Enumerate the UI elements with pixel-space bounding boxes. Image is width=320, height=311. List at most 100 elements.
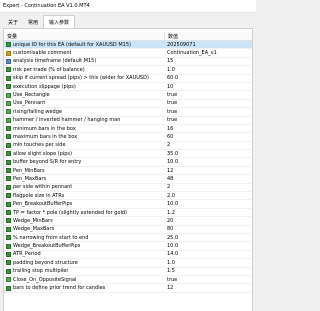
param-name-cell: minimum bars in the box <box>4 126 165 132</box>
param-name-cell: Close_On_OppositeSignal <box>4 277 165 283</box>
param-value[interactable]: 2.0 <box>165 193 252 199</box>
table-row[interactable]: minimum bars in the box 16 <box>4 125 252 134</box>
table-row[interactable]: Wedge_BreakoutBufferPips 10.0 <box>4 242 252 251</box>
table-row[interactable]: Wedge_MaxBars 80 <box>4 226 252 234</box>
param-value[interactable]: 14.0 <box>165 251 252 257</box>
table-row[interactable]: ATR_Period 14.0 <box>4 251 252 260</box>
table-row[interactable]: Use_Pennant true <box>4 100 252 109</box>
table-row[interactable]: allow slight slope (pips) 35.0 <box>4 150 252 159</box>
param-label: per side within pennant <box>13 184 73 191</box>
table-row[interactable]: rising/falling wedge true <box>4 108 252 117</box>
table-row[interactable]: unique ID for this EA (default for XAUUS… <box>4 41 252 50</box>
param-label: allow slight slope (pips) <box>13 150 72 157</box>
table-row[interactable]: Wedge_MinBars 20 <box>4 217 252 226</box>
bool-param-icon <box>6 109 11 115</box>
param-name-cell: flagpole size in ATRs <box>4 193 165 199</box>
param-name-cell: Pen_MaxBars <box>4 176 165 182</box>
param-label: rising/falling wedge <box>13 108 62 115</box>
param-name-cell: Use_Rectangle <box>4 92 165 98</box>
bool-param-icon <box>6 92 11 98</box>
param-value[interactable]: Continuation_EA_v1 <box>165 50 252 56</box>
param-value[interactable]: true <box>165 100 252 106</box>
table-row[interactable]: execution slippage (pips) 10 <box>4 83 252 92</box>
param-name-cell: per side within pennant <box>4 184 165 190</box>
table-row[interactable]: maximum bars in the box 60 <box>4 133 252 142</box>
param-value[interactable]: 48 <box>165 176 252 182</box>
param-value[interactable]: 1.0 <box>165 67 252 73</box>
param-value[interactable]: 25.0 <box>165 235 252 241</box>
header-variable[interactable]: 变量 <box>4 32 165 40</box>
param-label: Use_Rectangle <box>13 92 50 99</box>
table-row[interactable]: buffer beyond S/R for entry 10.0 <box>4 158 252 167</box>
param-label: TP = factor * pole (slightly extended fo… <box>13 209 128 216</box>
table-row[interactable]: hammer / inverted hammer / hanging man tr… <box>4 117 252 125</box>
param-value[interactable]: 202509071 <box>165 42 252 48</box>
param-name-cell: Pen_BreakoutBufferPips <box>4 201 165 207</box>
num-param-icon <box>6 285 11 291</box>
param-value[interactable]: 1.2 <box>165 210 252 216</box>
tab-inputs[interactable]: 输入参数 <box>43 15 76 28</box>
param-label: execution slippage (pips) <box>13 83 76 90</box>
table-row[interactable]: skip if current spread (pips) > this (wi… <box>4 75 252 83</box>
param-label: Use_Pennant <box>13 100 46 107</box>
param-value[interactable]: 20 <box>165 218 252 224</box>
param-value[interactable]: 16 <box>165 126 252 132</box>
num-param-icon <box>6 75 11 81</box>
param-value[interactable]: 1.0 <box>165 260 252 266</box>
table-row[interactable]: padding beyond structure 1.0 <box>4 259 252 268</box>
header-value[interactable]: 数值 <box>165 32 252 40</box>
param-value[interactable]: 10.0 <box>165 159 252 165</box>
table-row[interactable]: Close_On_OppositeSignal true <box>4 276 252 285</box>
param-value[interactable]: 10.0 <box>165 243 252 249</box>
param-value[interactable]: 2 <box>165 142 252 148</box>
param-value[interactable]: true <box>165 92 252 98</box>
table-header: 变量 数值 <box>4 32 252 41</box>
param-value[interactable]: true <box>165 277 252 283</box>
param-label: Wedge_MinBars <box>13 217 53 224</box>
param-value[interactable]: true <box>165 117 252 123</box>
param-value[interactable]: 1.5 <box>165 268 252 274</box>
param-value[interactable]: 60.0 <box>165 75 252 81</box>
num-param-icon <box>6 184 11 190</box>
table-row[interactable]: Pen_MaxBars 48 <box>4 175 252 184</box>
table-row[interactable]: % narrowing from start to end 25.0 <box>4 234 252 243</box>
tab-about[interactable]: 关于 <box>3 17 23 28</box>
table-row[interactable]: customisable comment Continuation_EA_v1 <box>4 49 252 58</box>
table-row[interactable]: per side within pennant 2 <box>4 184 252 193</box>
param-name-cell: unique ID for this EA (default for XAUUS… <box>4 42 165 48</box>
param-label: customisable comment <box>13 50 72 57</box>
param-name-cell: padding beyond structure <box>4 260 165 266</box>
param-value[interactable]: true <box>165 109 252 115</box>
param-label: padding beyond structure <box>13 259 78 266</box>
table-row[interactable]: bars to define prior trend for candles 12 <box>4 284 252 293</box>
table-row[interactable]: Use_Rectangle true <box>4 91 252 100</box>
param-name-cell: bars to define prior trend for candles <box>4 285 165 291</box>
param-value[interactable]: 2 <box>165 184 252 190</box>
num-param-icon <box>6 168 11 174</box>
param-value[interactable]: 35.0 <box>165 151 252 157</box>
tab-common[interactable]: 常用 <box>23 17 43 28</box>
param-value[interactable]: 12 <box>165 285 252 291</box>
table-row[interactable]: Pen_BreakoutBufferPips 10.0 <box>4 200 252 209</box>
param-value[interactable]: 10 <box>165 84 252 90</box>
table-row[interactable]: risk per trade (% of balance) 1.0 <box>4 66 252 75</box>
table-row[interactable]: min touches per side 2 <box>4 142 252 151</box>
window-title: Expert - Continuation EA V1.0.MT4 <box>0 0 256 13</box>
num-param-icon <box>6 243 11 249</box>
table-row[interactable]: flagpole size in ATRs 2.0 <box>4 192 252 201</box>
param-name-cell: Wedge_MinBars <box>4 218 165 224</box>
table-row[interactable]: TP = factor * pole (slightly extended fo… <box>4 209 252 218</box>
bool-param-icon <box>6 277 11 283</box>
table-row[interactable]: Pen_MinBars 12 <box>4 167 252 176</box>
param-value[interactable]: 15 <box>165 58 252 64</box>
table-row[interactable]: analysis timeframe (default M15) 15 <box>4 58 252 67</box>
param-value[interactable]: 60 <box>165 134 252 140</box>
param-value[interactable]: 12 <box>165 168 252 174</box>
param-value[interactable]: 10.0 <box>165 201 252 207</box>
param-label: ATR_Period <box>13 251 41 258</box>
num-param-icon <box>6 235 11 241</box>
param-value[interactable]: 80 <box>165 226 252 232</box>
param-name-cell: trailing stop multiplier <box>4 268 165 274</box>
table-row[interactable]: trailing stop multiplier 1.5 <box>4 268 252 276</box>
param-label: Close_On_OppositeSignal <box>13 276 77 283</box>
